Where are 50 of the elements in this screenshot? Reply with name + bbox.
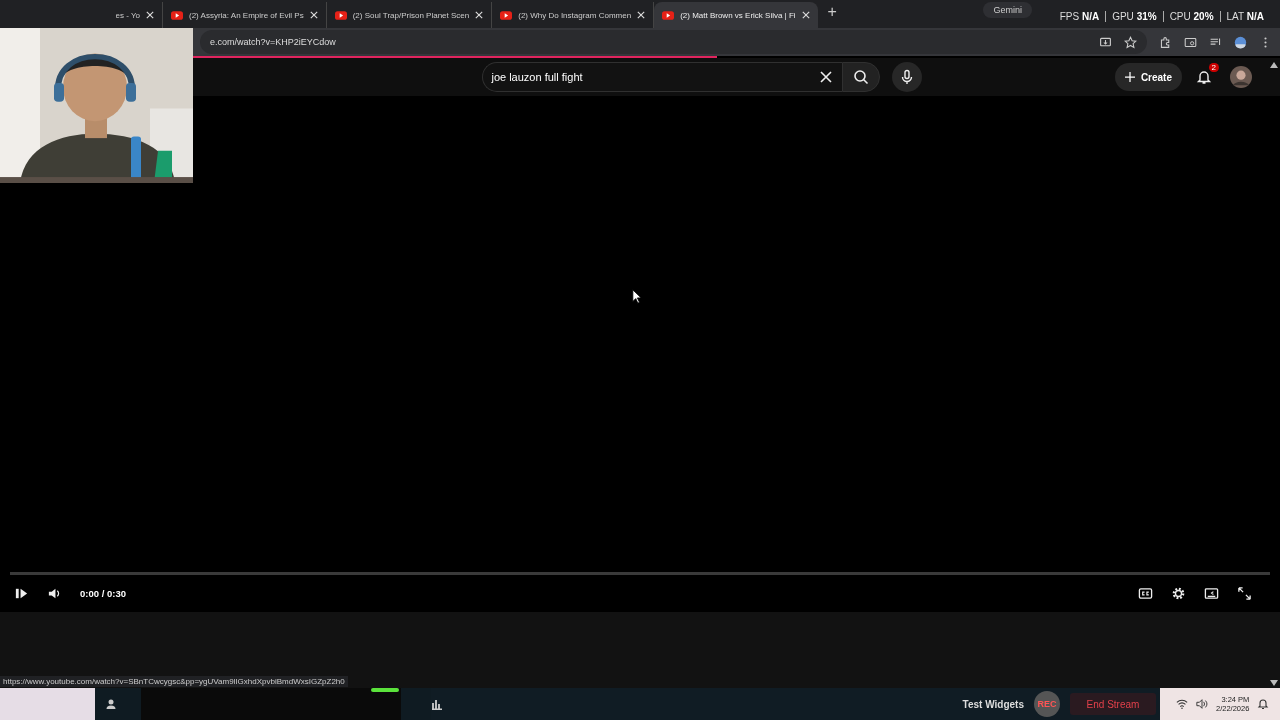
play-logo-icon (171, 10, 183, 20)
wifi-icon[interactable] (1176, 698, 1188, 710)
notification-bell-icon[interactable] (1257, 698, 1270, 710)
microphone-button[interactable] (892, 62, 923, 92)
play-pause-icon[interactable] (14, 586, 29, 601)
speaker-icon[interactable] (1196, 698, 1208, 710)
search-icon (853, 69, 870, 85)
stat-reading: GPU 31% (1105, 11, 1163, 22)
end-stream-button[interactable]: End Stream (1070, 693, 1156, 715)
avatar-icon[interactable] (1230, 66, 1252, 88)
settings-icon[interactable] (1171, 586, 1186, 601)
new-tab-button[interactable]: + (827, 3, 837, 21)
scroll-up-arrow-icon[interactable] (1270, 62, 1278, 68)
screen-search-icon[interactable] (1184, 35, 1197, 49)
install-icon[interactable] (1099, 35, 1112, 49)
close-icon[interactable] (146, 11, 154, 19)
cursor-icon (632, 289, 642, 304)
profile-icon[interactable] (1234, 35, 1247, 49)
gemini-button[interactable]: Gemini (983, 2, 1032, 18)
close-icon[interactable] (475, 11, 484, 19)
link-status-url: https://www.youtube.com/watch?v=SBnTCwcygsc&pp=ygUVam9lIGxhdXpvbiBmdWxsIGZpZ2h0 (0, 676, 348, 687)
search-field[interactable]: joe lauzon full fight (482, 62, 843, 92)
close-icon[interactable] (818, 69, 835, 85)
notification-badge: 2 (1208, 63, 1219, 72)
close-icon[interactable] (801, 11, 810, 19)
bar-chart-icon[interactable] (431, 698, 443, 710)
bell-icon[interactable] (1196, 69, 1212, 85)
play-logo-icon (334, 10, 347, 20)
theater-mode-icon[interactable] (1204, 586, 1219, 601)
star-icon[interactable] (1124, 35, 1137, 49)
captions-icon[interactable] (1138, 586, 1153, 601)
stat-reading: CPU 20% (1162, 11, 1220, 22)
level-indicator (371, 688, 399, 692)
puzzle-icon[interactable] (1159, 35, 1172, 49)
search-button[interactable] (842, 62, 881, 92)
person-icon[interactable] (105, 698, 117, 710)
stat-reading: FPS N/A (1058, 11, 1101, 22)
play-logo-icon (662, 10, 675, 20)
fullscreen-icon[interactable] (1237, 586, 1252, 601)
stat-reading: LAT N/A (1219, 11, 1270, 22)
scroll-down-arrow-icon[interactable] (1270, 680, 1278, 686)
plus-icon (1124, 72, 1135, 82)
browser-tab[interactable]: (2) Matt Brown vs Erick Silva | Fi (654, 2, 818, 28)
create-button[interactable]: Create (1114, 63, 1182, 91)
address-bar[interactable]: e.com/watch?v=KHP2iEYCdow (200, 30, 1147, 54)
close-icon[interactable] (309, 11, 318, 19)
video-time: 0:00 / 0:30 (80, 588, 126, 599)
test-widgets-button[interactable]: Test Widgets (962, 698, 1024, 710)
play-logo-icon (500, 10, 513, 20)
close-icon[interactable] (637, 11, 646, 19)
